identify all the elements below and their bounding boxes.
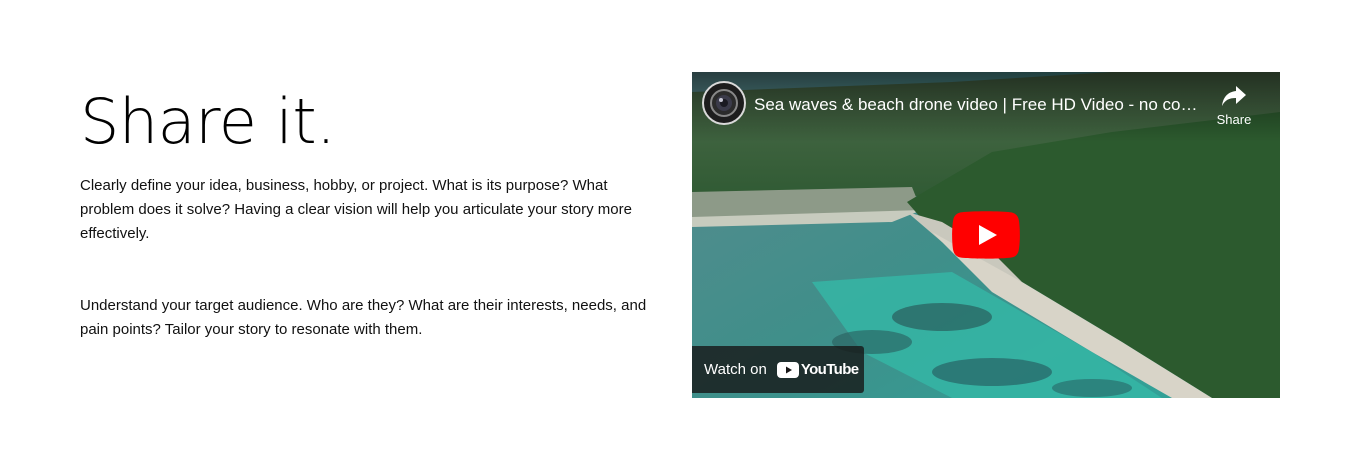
watch-on-youtube-button[interactable]: Watch on YouTube <box>692 346 864 393</box>
share-label: Share <box>1216 112 1252 127</box>
video-title-link[interactable]: Sea waves & beach drone video | Free HD … <box>754 94 1206 116</box>
section-headline: Share it. <box>80 85 336 158</box>
paragraph-audience: Understand your target audience. Who are… <box>80 297 647 338</box>
youtube-logo-icon: YouTube <box>776 361 859 378</box>
youtube-wordmark: YouTube <box>800 361 859 378</box>
share-button[interactable]: Share <box>1210 84 1258 134</box>
youtube-logo-mark-icon <box>776 361 799 378</box>
share-arrow-icon <box>1222 86 1246 106</box>
text-column: Share it. Clearly define your idea, busi… <box>80 84 658 342</box>
youtube-video-embed[interactable]: Sea waves & beach drone video | Free HD … <box>692 72 1280 398</box>
content-section: Share it. Clearly define your idea, busi… <box>0 0 1360 470</box>
channel-avatar-icon[interactable] <box>702 81 746 125</box>
youtube-play-icon[interactable] <box>952 211 1020 259</box>
watch-on-label: Watch on <box>704 361 767 378</box>
paragraph-purpose: Clearly define your idea, business, hobb… <box>80 177 632 242</box>
